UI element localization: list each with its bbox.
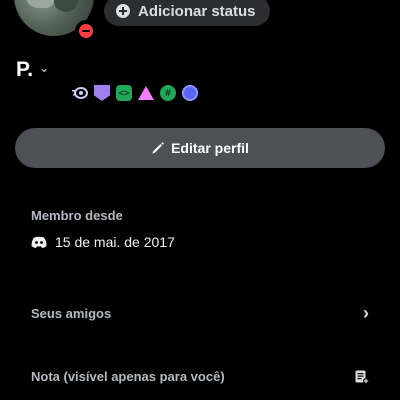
- developer-badge-icon[interactable]: <>: [116, 85, 132, 101]
- member-since-date: 15 de mai. de 2017: [55, 234, 175, 250]
- boost-badge-icon[interactable]: [94, 85, 110, 101]
- dnd-status-icon: [75, 20, 97, 42]
- edit-profile-label: Editar perfil: [171, 140, 249, 156]
- chevron-right-icon: ›: [363, 303, 369, 323]
- username-switcher[interactable]: P. ⌄: [16, 58, 49, 82]
- discord-logo-icon: [31, 236, 47, 248]
- pencil-icon: [152, 142, 164, 154]
- avatar-image-detail: [26, 0, 54, 8]
- username: P.: [16, 58, 34, 81]
- note-label: Nota (visível apenas para você): [31, 369, 225, 384]
- add-note-icon[interactable]: [355, 370, 369, 384]
- your-friends-label: Seus amigos: [31, 306, 112, 321]
- chevron-down-icon: ⌄: [39, 61, 50, 75]
- member-since-heading: Membro desde: [31, 208, 123, 223]
- your-friends-row[interactable]: Seus amigos ›: [31, 303, 369, 324]
- plus-circle-icon: [116, 4, 130, 18]
- add-status-label: Adicionar status: [138, 2, 256, 20]
- note-row[interactable]: Nota (visível apenas para você): [31, 369, 369, 384]
- moderator-badge-icon[interactable]: [182, 85, 198, 101]
- hashtag-badge-icon[interactable]: #: [160, 85, 176, 101]
- badge-list: <> #: [72, 85, 198, 101]
- avatar-image-detail: [54, 0, 78, 12]
- hypesquad-badge-icon[interactable]: [138, 85, 154, 101]
- edit-profile-button[interactable]: Editar perfil: [15, 128, 385, 168]
- add-status-button[interactable]: Adicionar status: [104, 0, 270, 26]
- member-since-row: 15 de mai. de 2017: [31, 234, 175, 250]
- nitro-badge-icon[interactable]: [72, 85, 88, 101]
